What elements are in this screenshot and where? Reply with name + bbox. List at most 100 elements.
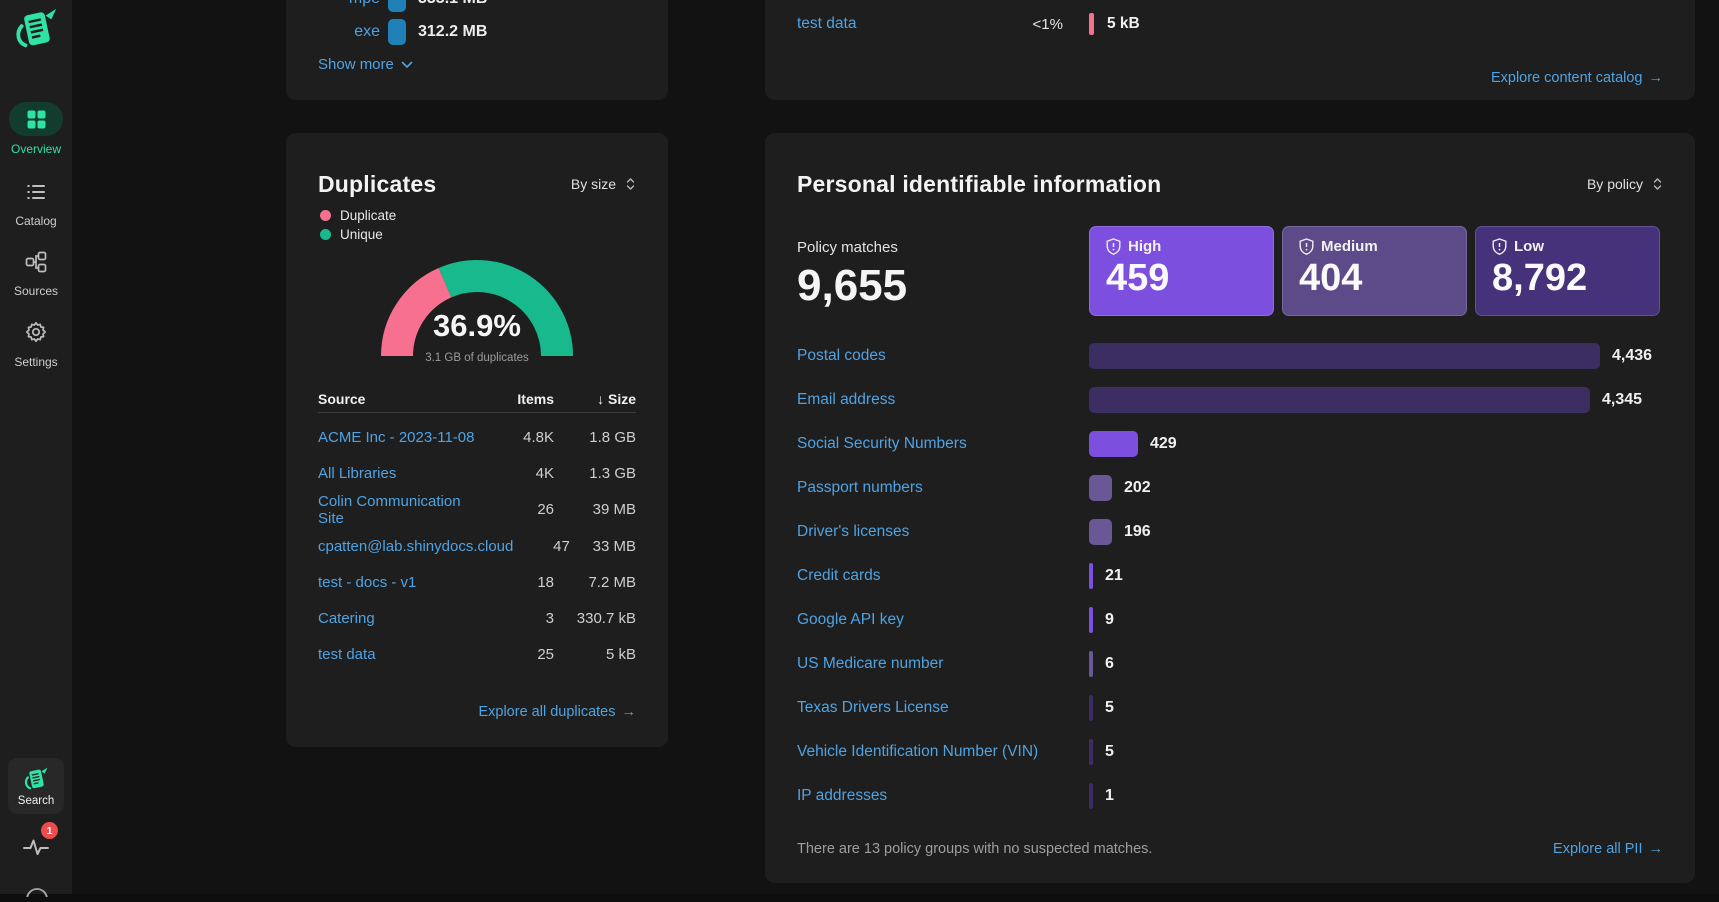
pii-bar-row: Credit cards21 bbox=[797, 554, 1663, 598]
source-link[interactable]: All Libraries bbox=[318, 465, 484, 482]
sort-label: By size bbox=[571, 176, 616, 192]
size-header[interactable]: ↓ Size bbox=[554, 391, 636, 407]
pii-bar-row: Google API key9 bbox=[797, 598, 1663, 642]
activity-button[interactable]: 1 bbox=[0, 822, 72, 862]
severity-card-medium[interactable]: Medium404 bbox=[1282, 226, 1467, 316]
pii-category-link[interactable]: Google API key bbox=[797, 611, 1089, 629]
duplicates-legend: DuplicateUnique bbox=[320, 206, 396, 244]
help-icon[interactable] bbox=[25, 884, 49, 902]
size-value: 33 MB bbox=[570, 538, 636, 555]
table-row: ACME Inc - 2023-11-084.8K1.8 GB bbox=[318, 419, 636, 455]
pii-bar bbox=[1089, 563, 1093, 589]
content-category-link[interactable]: test data bbox=[797, 15, 977, 33]
pii-bar-value: 202 bbox=[1124, 479, 1151, 497]
pii-bar bbox=[1089, 431, 1138, 457]
table-row: Catering3330.7 kB bbox=[318, 600, 636, 636]
file-type-row: mpe 335.1 MB bbox=[318, 0, 636, 15]
duplicates-title: Duplicates bbox=[318, 171, 436, 198]
link-label: Explore content catalog bbox=[1491, 70, 1643, 86]
explore-all-duplicates-link[interactable]: Explore all duplicates → bbox=[478, 704, 636, 720]
size-value: 5 kB bbox=[554, 646, 636, 663]
sidebar-item-label: Settings bbox=[14, 355, 57, 369]
app-logo[interactable] bbox=[13, 6, 59, 57]
arrow-right-icon: → bbox=[1649, 70, 1664, 86]
severity-label: High bbox=[1128, 238, 1161, 255]
show-more-link[interactable]: Show more bbox=[318, 56, 413, 73]
pii-category-link[interactable]: Texas Drivers License bbox=[797, 699, 1089, 717]
severity-card-high[interactable]: High459 bbox=[1089, 226, 1274, 316]
source-header[interactable]: Source bbox=[318, 391, 484, 407]
pii-category-link[interactable]: Credit cards bbox=[797, 567, 1089, 585]
file-type-link[interactable]: mpe bbox=[318, 0, 380, 8]
pii-bar-value: 1 bbox=[1105, 787, 1114, 805]
notification-badge: 1 bbox=[41, 822, 58, 839]
file-type-rows: mpe 335.1 MB exe312.2 MB bbox=[318, 0, 636, 48]
pii-title: Personal identifiable information bbox=[797, 171, 1161, 198]
pii-bar bbox=[1089, 519, 1112, 545]
source-link[interactable]: Colin Communication Site bbox=[318, 493, 484, 527]
arrow-right-icon: → bbox=[622, 704, 637, 720]
sidebar-item-catalog[interactable]: Catalog bbox=[0, 181, 72, 228]
source-link[interactable]: test data bbox=[318, 646, 484, 663]
severity-label-row: Medium bbox=[1299, 238, 1450, 255]
severity-label: Low bbox=[1514, 238, 1544, 255]
severity-cards: High459Medium404Low8,792 bbox=[1089, 226, 1660, 316]
pii-bar bbox=[1089, 651, 1093, 677]
file-type-link[interactable]: exe bbox=[318, 23, 380, 41]
sidebar-item-sources[interactable]: Sources bbox=[0, 251, 72, 298]
file-type-bar bbox=[388, 0, 406, 12]
pii-category-link[interactable]: Vehicle Identification Number (VIN) bbox=[797, 743, 1089, 761]
file-type-size: 335.1 MB bbox=[418, 0, 487, 8]
category-bar bbox=[1089, 13, 1094, 35]
size-value: 7.2 MB bbox=[554, 574, 636, 591]
pii-bar-value: 4,436 bbox=[1612, 347, 1652, 365]
source-link[interactable]: ACME Inc - 2023-11-08 bbox=[318, 429, 484, 446]
pii-bar-row: Driver's licenses 196 bbox=[797, 510, 1663, 554]
duplicates-card: Duplicates By size DuplicateUnique 36.9%… bbox=[286, 133, 668, 747]
items-value: 47 bbox=[513, 538, 569, 555]
sidebar-item-label: Overview bbox=[11, 142, 61, 156]
pii-category-link[interactable]: IP addresses bbox=[797, 787, 1089, 805]
search-button[interactable]: Search bbox=[8, 758, 64, 814]
pii-category-link[interactable]: Passport numbers bbox=[797, 479, 1089, 497]
grid-icon bbox=[9, 102, 63, 136]
pii-category-link[interactable]: Postal codes bbox=[797, 347, 1089, 365]
shield-icon bbox=[1492, 238, 1507, 255]
file-type-row: exe312.2 MB bbox=[318, 15, 636, 48]
shield-icon bbox=[1106, 238, 1121, 255]
sidebar-item-settings[interactable]: Settings bbox=[0, 320, 72, 369]
severity-value: 404 bbox=[1299, 255, 1450, 301]
sidebar-item-label: Sources bbox=[14, 284, 58, 298]
sidebar: Overview Catalog Sources Settings bbox=[0, 0, 72, 894]
pii-sort-dropdown[interactable]: By policy bbox=[1587, 176, 1663, 192]
pii-bar-value: 196 bbox=[1124, 523, 1151, 541]
content-category-row: test data <1% 5 kB bbox=[797, 12, 1663, 36]
sidebar-item-overview[interactable]: Overview bbox=[0, 102, 72, 156]
pii-category-link[interactable]: US Medicare number bbox=[797, 655, 1089, 673]
items-value: 3 bbox=[484, 610, 554, 627]
source-link[interactable]: Catering bbox=[318, 610, 484, 627]
pii-category-link[interactable]: Email address bbox=[797, 391, 1089, 409]
pii-category-link[interactable]: Driver's licenses bbox=[797, 523, 1089, 541]
severity-card-low[interactable]: Low8,792 bbox=[1475, 226, 1660, 316]
pii-bar bbox=[1089, 475, 1112, 501]
legend-item: Duplicate bbox=[320, 206, 396, 225]
table-row: Colin Communication Site2639 MB bbox=[318, 492, 636, 528]
source-link[interactable]: cpatten@lab.shinydocs.cloud bbox=[318, 538, 513, 555]
pii-bar bbox=[1089, 739, 1093, 765]
pii-bar-value: 6 bbox=[1105, 655, 1114, 673]
pii-bar bbox=[1089, 783, 1093, 809]
gauge-percent: 36.9% bbox=[361, 309, 593, 343]
severity-label: Medium bbox=[1321, 238, 1378, 255]
policy-matches-label: Policy matches bbox=[797, 239, 898, 256]
items-value: 18 bbox=[484, 574, 554, 591]
explore-content-catalog-link[interactable]: Explore content catalog → bbox=[1491, 70, 1663, 86]
duplicates-sort-dropdown[interactable]: By size bbox=[571, 176, 636, 192]
explore-all-pii-link[interactable]: Explore all PII → bbox=[1553, 841, 1663, 857]
link-label: Explore all duplicates bbox=[478, 704, 615, 720]
sort-direction-icon: ↓ bbox=[597, 391, 604, 407]
pii-category-link[interactable]: Social Security Numbers bbox=[797, 435, 1089, 453]
source-link[interactable]: test - docs - v1 bbox=[318, 574, 484, 591]
legend-dot-icon bbox=[320, 229, 331, 240]
items-header[interactable]: Items bbox=[484, 391, 554, 407]
